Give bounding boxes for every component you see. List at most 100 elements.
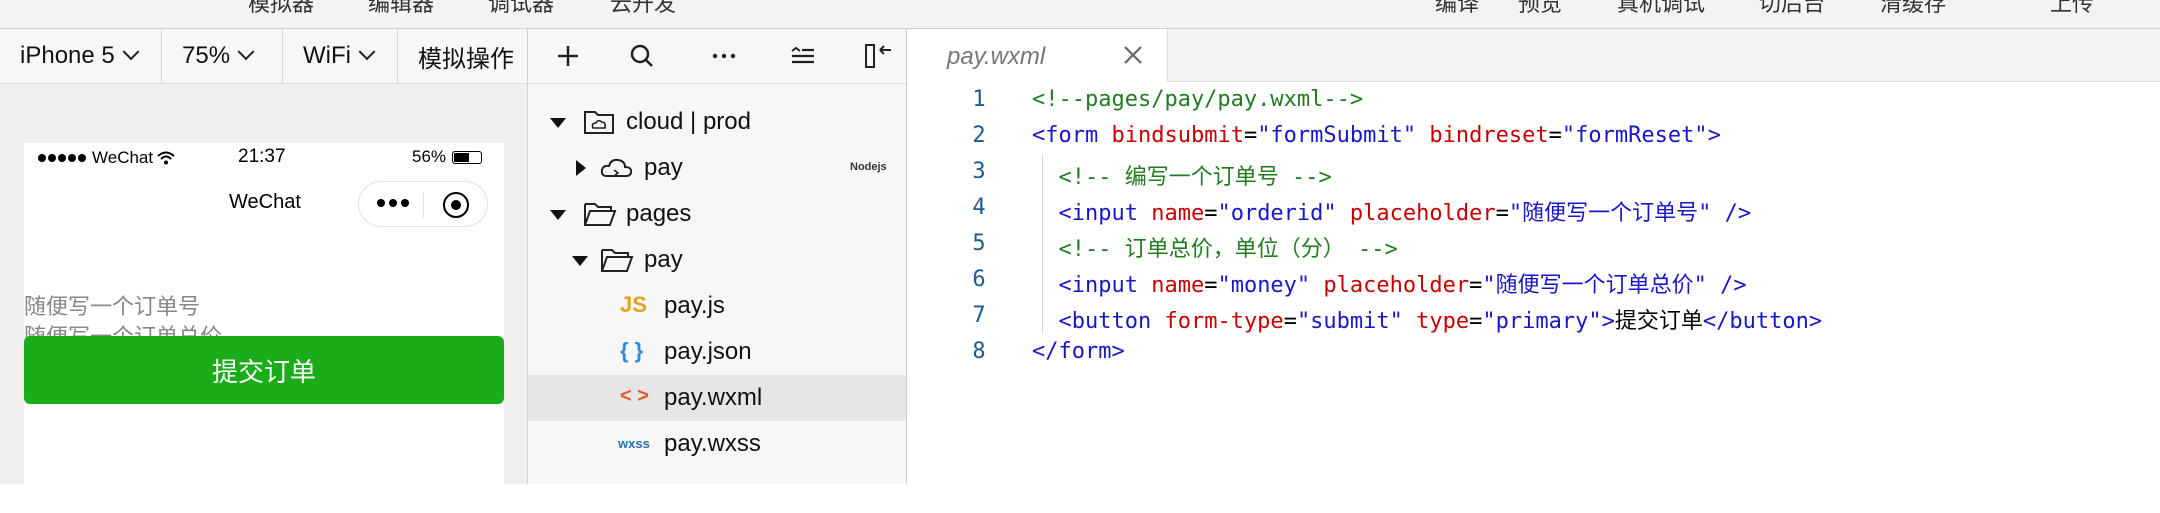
close-icon[interactable] bbox=[1121, 43, 1145, 67]
network-select[interactable]: WiFi bbox=[283, 29, 398, 83]
collapse-icon[interactable] bbox=[782, 29, 822, 83]
code-line[interactable]: 7 <button form-type="submit" type="prima… bbox=[907, 298, 2160, 334]
indent-guide bbox=[1042, 154, 1043, 334]
folder-open-icon bbox=[584, 203, 617, 226]
simulator-panel: iPhone 5 75% WiFi 模拟操作 WeChat 21:37 56% bbox=[0, 29, 528, 513]
caret-down-icon[interactable] bbox=[550, 210, 566, 220]
chevron-down-icon bbox=[358, 43, 376, 61]
chevron-down-icon bbox=[122, 43, 140, 61]
search-icon[interactable] bbox=[622, 29, 662, 83]
battery-icon bbox=[452, 150, 483, 164]
network-label: WiFi bbox=[303, 42, 351, 69]
json-file-icon: { } bbox=[620, 338, 644, 363]
tree-node-label: pay bbox=[644, 246, 683, 273]
tree-node-pay-js[interactable]: JS pay.js bbox=[528, 283, 906, 329]
nodejs-badge: Nodejs bbox=[850, 161, 887, 173]
tree-node-pay-wxml[interactable]: < > pay.wxml bbox=[528, 375, 906, 421]
chevron-down-icon bbox=[237, 43, 255, 61]
menu-capsule[interactable] bbox=[358, 181, 488, 227]
top-menubar: 模拟器 编辑器 调试器 云开发 编译 预览 真机调试 切后台 清缓存 上传 bbox=[0, 0, 2160, 29]
carrier: WeChat bbox=[38, 148, 175, 168]
code-line[interactable]: 8 </form> bbox=[907, 334, 2160, 370]
cloud-function-icon bbox=[600, 158, 633, 177]
menu-cloud[interactable]: 云开发 bbox=[610, 0, 676, 18]
line-number: 8 bbox=[972, 339, 986, 364]
line-number: 3 bbox=[972, 159, 986, 184]
wifi-icon bbox=[157, 151, 175, 165]
line-source: </form> bbox=[1032, 339, 1125, 364]
battery-percent: 56% bbox=[412, 147, 447, 166]
code-line[interactable]: 6 <input name="money" placeholder="随便写一个… bbox=[907, 262, 2160, 298]
tree-node-cloud[interactable]: cloud | prod bbox=[528, 99, 906, 145]
code-editor: pay.wxml 1 <!--pages/pay/pay.wxml--> 2 <for… bbox=[907, 29, 2160, 484]
tree-node-label: pay.wxss bbox=[664, 430, 761, 457]
device-select[interactable]: iPhone 5 bbox=[0, 29, 162, 83]
code-line[interactable]: 4 <input name="orderid" placeholder="随便写… bbox=[907, 190, 2160, 226]
menu-debugger[interactable]: 调试器 bbox=[488, 0, 554, 18]
cloud-folder-icon bbox=[584, 111, 614, 134]
line-source: <!-- 订单总价，单位（分） --> bbox=[1058, 237, 1398, 262]
nav-title: WeChat bbox=[229, 191, 301, 213]
more-icon[interactable] bbox=[377, 199, 409, 207]
phone-nav-bar: WeChat bbox=[24, 179, 504, 229]
menu-simulator[interactable]: 模拟器 bbox=[248, 0, 314, 18]
line-source: <input name="money" placeholder="随便写一个订单… bbox=[1058, 273, 1747, 298]
line-number: 5 bbox=[972, 231, 986, 256]
caret-right-icon[interactable] bbox=[576, 160, 586, 176]
zoom-select[interactable]: 75% bbox=[162, 29, 283, 83]
tree-node-label: cloud | prod bbox=[626, 108, 751, 135]
js-file-icon: JS bbox=[620, 292, 647, 317]
tree-node-label: pay bbox=[644, 154, 683, 181]
line-source: <button form-type="submit" type="primary… bbox=[1058, 309, 1823, 334]
close-miniprogram-icon[interactable] bbox=[443, 192, 469, 218]
line-number: 2 bbox=[972, 123, 986, 148]
status-time: 21:37 bbox=[238, 146, 286, 167]
add-icon[interactable] bbox=[548, 29, 588, 83]
menu-compile[interactable]: 编译 bbox=[1435, 0, 1479, 18]
tree-node-label: pages bbox=[626, 200, 692, 227]
tree-node-label: pay.js bbox=[664, 292, 725, 319]
line-source: <input name="orderid" placeholder="随便写一个… bbox=[1058, 201, 1752, 226]
menu-editor[interactable]: 编辑器 bbox=[368, 0, 434, 18]
tree-node-pay-cloudfunction[interactable]: pay Nodejs bbox=[528, 145, 906, 191]
code-line[interactable]: 2 <form bindsubmit="formSubmit" bindreset… bbox=[907, 118, 2160, 154]
code-line[interactable]: 1 <!--pages/pay/pay.wxml--> bbox=[907, 82, 2160, 118]
menu-background[interactable]: 切后台 bbox=[1759, 0, 1825, 18]
tree-node-label: pay.wxml bbox=[664, 384, 763, 411]
tree-node-pay-wxss[interactable]: wxss pay.wxss bbox=[528, 421, 906, 467]
wxss-file-icon: wxss bbox=[618, 436, 650, 451]
carrier-label: WeChat bbox=[92, 148, 154, 167]
tab-label: pay.wxml bbox=[947, 43, 1046, 70]
tree-node-pay-json[interactable]: { } pay.json bbox=[528, 329, 906, 375]
explorer-toolbar bbox=[528, 29, 906, 84]
folder-open-icon bbox=[601, 249, 634, 272]
simulator-toolbar: iPhone 5 75% WiFi 模拟操作 bbox=[0, 29, 527, 84]
code-line[interactable]: 3 <!-- 编写一个订单号 --> bbox=[907, 154, 2160, 190]
operation-label: 模拟操作 bbox=[418, 45, 514, 73]
tree-node-pages[interactable]: pages bbox=[528, 191, 906, 237]
caret-down-icon[interactable] bbox=[572, 256, 588, 266]
line-source: <!-- 编写一个订单号 --> bbox=[1058, 165, 1332, 190]
phone-screen: WeChat 21:37 56% WeChat 随便写一个订单号 随便写一个订单… bbox=[24, 143, 504, 513]
file-explorer: cloud | prod pay Nodejs pages pay JS pay… bbox=[528, 29, 907, 484]
menu-preview[interactable]: 预览 bbox=[1518, 0, 1562, 18]
operation-select[interactable]: 模拟操作 bbox=[398, 29, 527, 83]
menu-clear-cache[interactable]: 清缓存 bbox=[1880, 0, 1946, 18]
tree-node-pay-folder[interactable]: pay bbox=[528, 237, 906, 283]
device-label: iPhone 5 bbox=[20, 42, 115, 69]
line-source: <!--pages/pay/pay.wxml--> bbox=[1032, 87, 1364, 112]
menu-remote-debug[interactable]: 真机调试 bbox=[1617, 0, 1705, 18]
toggle-panel-icon[interactable] bbox=[858, 29, 898, 83]
menu-upload[interactable]: 上传 bbox=[2050, 0, 2094, 18]
tree-node-label: pay.json bbox=[664, 338, 752, 365]
phone-status-bar: WeChat 21:37 56% bbox=[24, 143, 504, 173]
code-line[interactable]: 5 <!-- 订单总价，单位（分） --> bbox=[907, 226, 2160, 262]
tab-pay-wxml[interactable]: pay.wxml bbox=[907, 29, 1168, 82]
caret-down-icon[interactable] bbox=[550, 118, 566, 128]
more-icon[interactable] bbox=[704, 29, 744, 83]
orderid-input[interactable]: 随便写一个订单号 bbox=[24, 289, 200, 321]
line-source: <form bindsubmit="formSubmit" bindreset=… bbox=[1032, 123, 1721, 148]
editor-tabbar: pay.wxml bbox=[907, 29, 2160, 82]
battery: 56% bbox=[412, 147, 483, 167]
submit-order-button[interactable]: 提交订单 bbox=[24, 336, 504, 404]
